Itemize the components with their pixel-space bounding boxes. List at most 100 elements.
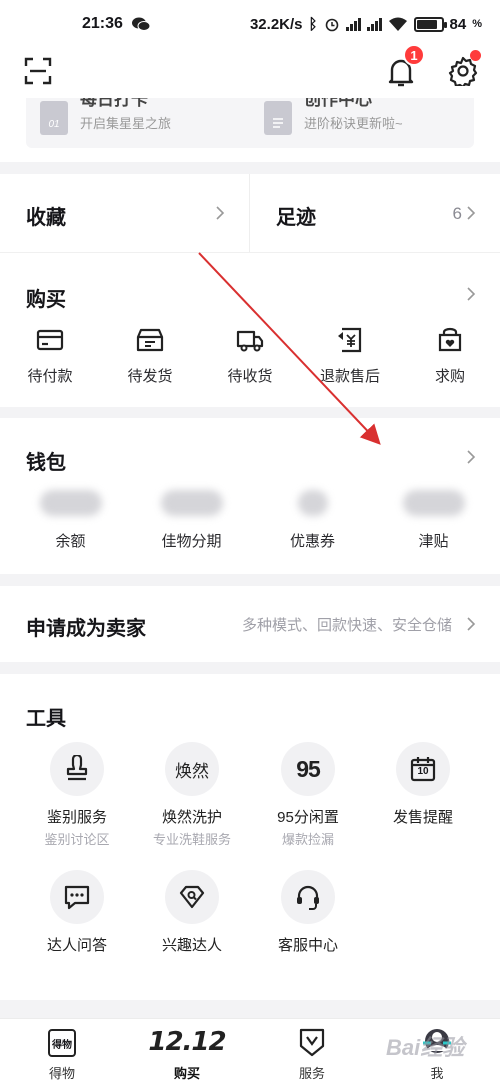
tab-label: 我	[430, 1066, 444, 1081]
idle-95-button[interactable]: 95 95分闲置 爆款捡漏	[250, 742, 366, 848]
tool-label: 95分闲置	[277, 809, 339, 826]
chat-icon	[64, 885, 90, 910]
card-title: 创作中心	[304, 98, 372, 109]
wallet-title: 钱包	[26, 452, 66, 474]
footprint-label: 足迹	[276, 207, 316, 229]
item-label: 佳物分期	[161, 533, 222, 550]
chevron-right-icon	[215, 205, 225, 221]
status-bar: 21:36 32.2K/s ᛒ 84%	[0, 0, 500, 48]
card-subtitle: 进阶秘诀更新啦~	[304, 115, 403, 131]
hidden-value	[160, 490, 223, 516]
authentication-service-button[interactable]: 鉴别服务 鉴别讨论区	[19, 742, 135, 848]
tab-label: 购买	[173, 1066, 200, 1081]
tab-buy[interactable]: 12.12 购买	[137, 1019, 237, 1084]
coupons-button[interactable]: 优惠券	[252, 490, 373, 551]
installment-button[interactable]: 佳物分期	[131, 490, 252, 551]
refund-button[interactable]: 退款售后	[300, 327, 400, 386]
chevron-right-icon[interactable]	[466, 449, 476, 465]
hidden-value	[39, 490, 102, 516]
top-cards: 01 每日打卡 开启集星星之旅 创作中心 进阶秘诀更新啦~	[0, 98, 500, 162]
hidden-value	[402, 490, 465, 516]
seller-description: 多种模式、回款快速、安全仓储	[241, 617, 452, 634]
dewu-logo-icon: 得物	[48, 1029, 76, 1057]
seller-title: 申请成为卖家	[26, 618, 146, 640]
item-label: 退款售后	[319, 368, 380, 385]
tool-label: 客服中心	[277, 937, 338, 954]
network-speed: 32.2K/s	[249, 15, 303, 33]
tool-label: 鉴别服务	[46, 809, 107, 826]
favorites-button[interactable]: 收藏	[0, 174, 249, 252]
status-time: 21:36	[82, 15, 123, 32]
tab-label: 服务	[298, 1066, 325, 1081]
tool-label: 兴趣达人	[161, 937, 222, 954]
card-title: 每日打卡	[80, 98, 148, 109]
card-subtitle: 开启集星星之旅	[80, 115, 172, 131]
diamond-search-icon	[179, 885, 205, 909]
footprint-count: 6	[452, 204, 462, 223]
refund-icon	[338, 327, 362, 353]
footprint-button[interactable]: 足迹 6	[250, 174, 500, 252]
headset-icon	[297, 885, 319, 910]
creator-center-card[interactable]: 创作中心 进阶秘诀更新啦~	[264, 98, 403, 148]
hidden-value	[297, 490, 328, 516]
tool-sublabel: 鉴别讨论区	[44, 832, 110, 847]
document-icon	[264, 101, 292, 135]
95-logo-icon: 95	[296, 755, 321, 782]
settings-badge-dot	[470, 50, 481, 61]
item-label: 余额	[55, 533, 86, 550]
wanted-button[interactable]: 求购	[400, 327, 500, 386]
item-label: 待付款	[27, 368, 73, 385]
item-label: 优惠券	[289, 533, 335, 550]
tools-title: 工具	[26, 708, 66, 730]
item-label: 待收货	[227, 368, 273, 385]
top-header: 1	[0, 44, 500, 98]
calendar-icon: 01	[40, 101, 68, 135]
signal-icon	[345, 17, 361, 31]
watermark: Bai经验	[386, 1035, 465, 1060]
allowance-button[interactable]: 津贴	[373, 490, 494, 551]
card-icon	[36, 329, 64, 351]
bag-heart-icon	[438, 327, 462, 352]
buy-section: 购买 待付款 待发货 待收货 退款售后 求购	[0, 252, 500, 407]
pending-payment-button[interactable]: 待付款	[0, 327, 100, 386]
daily-checkin-card[interactable]: 01 每日打卡 开启集星星之旅	[40, 98, 171, 148]
tool-label: 发售提醒	[392, 809, 453, 826]
tab-service[interactable]: 服务	[262, 1019, 362, 1084]
chevron-right-icon	[466, 205, 476, 221]
expert-qa-button[interactable]: 达人问答	[19, 870, 135, 955]
1212-promo-icon: 12.12	[148, 1027, 226, 1057]
tool-sublabel: 爆款捡漏	[281, 832, 334, 847]
item-label: 津贴	[418, 533, 449, 550]
stamp-icon	[66, 755, 88, 781]
tab-label: 得物	[48, 1066, 75, 1081]
balance-button[interactable]: 余额	[10, 490, 131, 551]
buy-title: 购买	[26, 289, 66, 311]
shoe-cleaning-button[interactable]: 焕然 焕然洗护 专业洗鞋服务	[134, 742, 250, 848]
alarm-icon	[324, 16, 340, 32]
signal-icon-2	[366, 17, 382, 31]
chevron-right-icon	[466, 616, 476, 632]
bluetooth-icon: ᛒ	[308, 15, 318, 33]
tool-label: 焕然洗护	[161, 809, 222, 826]
item-label: 待发货	[127, 368, 173, 385]
become-seller-row[interactable]: 申请成为卖家 多种模式、回款快速、安全仓储	[0, 586, 500, 662]
box-icon	[136, 328, 164, 352]
pending-receipt-button[interactable]: 待收货	[200, 327, 300, 386]
battery-icon	[413, 16, 447, 32]
truck-icon	[236, 330, 264, 352]
calendar-icon: 10	[409, 755, 437, 783]
scan-icon[interactable]	[24, 57, 52, 85]
release-reminder-button[interactable]: 10 发售提醒	[365, 742, 481, 827]
favorites-label: 收藏	[26, 207, 66, 229]
tool-sublabel: 专业洗鞋服务	[152, 832, 231, 847]
wallet-section: 钱包 余额 佳物分期 优惠券 津贴	[0, 418, 500, 574]
pending-shipment-button[interactable]: 待发货	[100, 327, 200, 386]
tab-home[interactable]: 得物 得物	[12, 1019, 112, 1084]
interest-expert-button[interactable]: 兴趣达人	[134, 870, 250, 955]
chevron-right-icon[interactable]	[466, 286, 476, 302]
item-label: 求购	[434, 368, 465, 385]
customer-service-button[interactable]: 客服中心	[250, 870, 366, 955]
battery-percent: 84	[449, 15, 467, 33]
wifi-icon	[388, 17, 408, 32]
favorites-section: 收藏 足迹 6	[0, 174, 500, 252]
